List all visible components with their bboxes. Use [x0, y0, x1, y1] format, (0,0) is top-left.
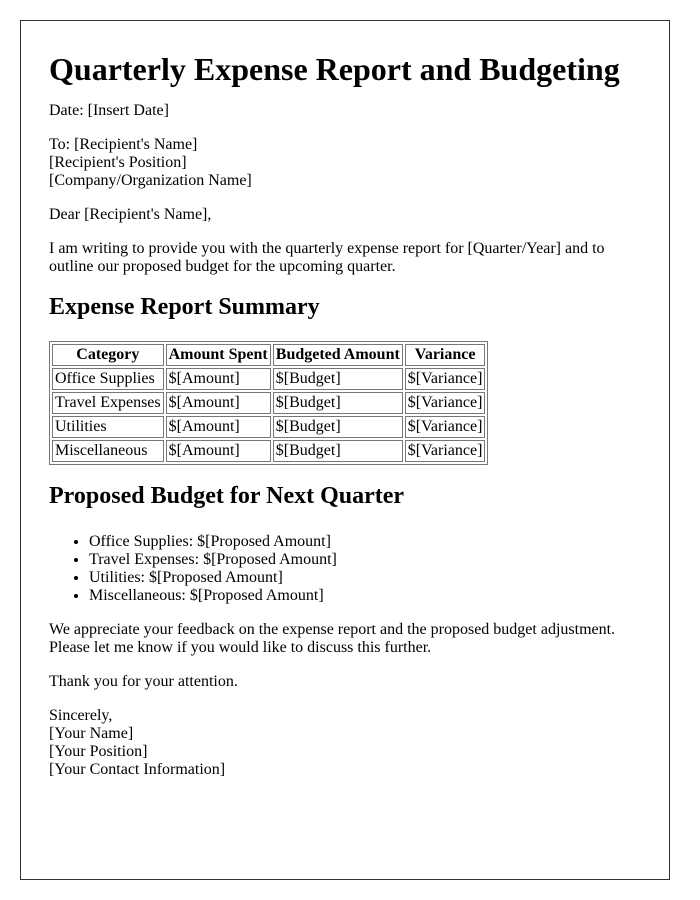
table-cell: $[Budget]: [272, 367, 403, 390]
list-item: Utilities: $[Proposed Amount]: [89, 569, 649, 587]
table-header-row: Category Amount Spent Budgeted Amount Va…: [52, 343, 486, 366]
list-item: Travel Expenses: $[Proposed Amount]: [89, 551, 649, 569]
list-item: Office Supplies: $[Proposed Amount]: [89, 533, 649, 551]
table-cell: $[Amount]: [165, 439, 271, 462]
recipient-to: To: [Recipient's Name]: [49, 136, 198, 154]
recipient-block: To: [Recipient's Name] [Recipient's Posi…: [49, 136, 649, 190]
column-header: Category: [52, 343, 164, 366]
table-cell: $[Variance]: [404, 439, 486, 462]
table-cell: $[Amount]: [165, 391, 271, 414]
table-row: Utilities $[Amount] $[Budget] $[Variance…: [52, 415, 486, 438]
page-title: Quarterly Expense Report and Budgeting: [49, 51, 620, 87]
table-row: Miscellaneous $[Amount] $[Budget] $[Vari…: [52, 439, 486, 462]
sign-off: Sincerely,: [49, 706, 113, 724]
table-row: Office Supplies $[Amount] $[Budget] $[Va…: [52, 367, 486, 390]
table-cell: $[Budget]: [272, 439, 403, 462]
table-cell: $[Budget]: [272, 415, 403, 438]
proposed-budget-heading: Proposed Budget for Next Quarter: [49, 482, 405, 509]
recipient-company: [Company/Organization Name]: [49, 172, 252, 190]
table-cell: $[Variance]: [404, 415, 486, 438]
sender-name: [Your Name]: [49, 724, 134, 742]
recipient-position: [Recipient's Position]: [49, 154, 187, 172]
table-cell: Travel Expenses: [52, 391, 164, 414]
table-cell: Office Supplies: [52, 367, 164, 390]
column-header: Variance: [404, 343, 486, 366]
table-cell: $[Amount]: [165, 415, 271, 438]
table-cell: Utilities: [52, 415, 164, 438]
table-cell: $[Amount]: [165, 367, 271, 390]
table-cell: $[Budget]: [272, 391, 403, 414]
expense-summary-table: Category Amount Spent Budgeted Amount Va…: [49, 340, 489, 465]
summary-heading: Expense Report Summary: [49, 294, 320, 321]
intro-paragraph: I am writing to provide you with the qua…: [49, 240, 605, 276]
thanks-paragraph: Thank you for your attention.: [49, 672, 238, 690]
proposed-budget-list: Office Supplies: $[Proposed Amount] Trav…: [49, 533, 649, 605]
table-cell: Miscellaneous: [52, 439, 164, 462]
salutation: Dear [Recipient's Name],: [49, 206, 212, 224]
sender-position: [Your Position]: [49, 742, 148, 760]
list-item: Miscellaneous: $[Proposed Amount]: [89, 587, 649, 605]
table-row: Travel Expenses $[Amount] $[Budget] $[Va…: [52, 391, 486, 414]
table-cell: $[Variance]: [404, 391, 486, 414]
table-cell: $[Variance]: [404, 367, 486, 390]
column-header: Budgeted Amount: [272, 343, 403, 366]
date-line: Date: [Insert Date]: [49, 102, 169, 120]
closing-block: Sincerely, [Your Name] [Your Position] […: [49, 707, 649, 779]
feedback-paragraph: We appreciate your feedback on the expen…: [49, 620, 616, 656]
sender-contact: [Your Contact Information]: [49, 760, 226, 778]
column-header: Amount Spent: [165, 343, 271, 366]
letter-container: Quarterly Expense Report and Budgeting D…: [20, 20, 670, 880]
